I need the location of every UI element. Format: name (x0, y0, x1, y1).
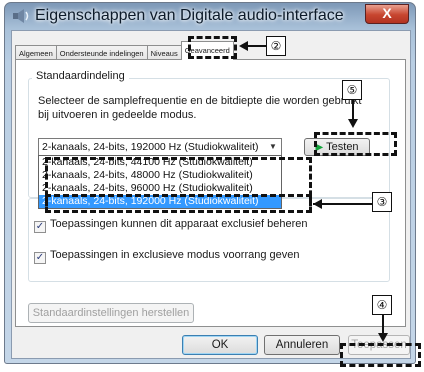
allow-exclusive-control-row[interactable]: ✓ Toepassingen kunnen dit apparaat exclus… (34, 218, 307, 233)
chevron-down-icon[interactable]: ▼ (267, 140, 279, 154)
title-bar: Eigenschappen van Digitale audio-interfa… (5, 3, 415, 30)
arrow-line (333, 203, 372, 205)
selected-option-highlight-box (45, 194, 312, 213)
apply-button-highlight-box (340, 343, 421, 367)
tab-highlight-box (188, 36, 237, 59)
exclusive-priority-row[interactable]: ✓ Toepassingen in exclusieve modus voorra… (34, 249, 300, 264)
default-format-description: Selecteer de samplefrequentie en de bitd… (38, 95, 362, 121)
restore-defaults-button[interactable]: Standaardinstellingen herstellen (28, 303, 194, 323)
callout-3: ③ (372, 192, 392, 212)
arrow-head-left (313, 199, 322, 209)
allow-exclusive-checkbox[interactable]: ✓ (34, 221, 46, 233)
cancel-button[interactable]: Annuleren (264, 335, 340, 355)
callout-4: ④ (372, 295, 392, 315)
exclusive-priority-label: Toepassingen in exclusieve modus voorran… (50, 249, 300, 261)
default-format-label: Standaardindeling (32, 70, 129, 82)
allow-exclusive-label: Toepassingen kunnen dit apparaat exclusi… (50, 218, 308, 230)
speaker-icon (13, 9, 29, 23)
callout-2: ② (266, 36, 286, 56)
arrow-head-down (378, 333, 388, 342)
arrow-line (352, 99, 354, 121)
callout-5: ⑤ (342, 80, 362, 100)
test-button-highlight-box (314, 132, 397, 156)
arrow-head-down (348, 119, 358, 128)
exclusive-priority-checkbox[interactable]: ✓ (34, 252, 46, 264)
window-title: Eigenschappen van Digitale audio-interfa… (35, 7, 344, 24)
ok-button[interactable]: OK (182, 335, 258, 355)
close-button[interactable]: X (365, 4, 409, 24)
arrow-line (246, 45, 266, 47)
sample-rate-select[interactable]: 2-kanaals, 24-bits, 192000 Hz (Studiokwa… (38, 138, 282, 156)
sample-rate-selected-value: 2-kanaals, 24-bits, 192000 Hz (Studiokwa… (42, 141, 259, 153)
